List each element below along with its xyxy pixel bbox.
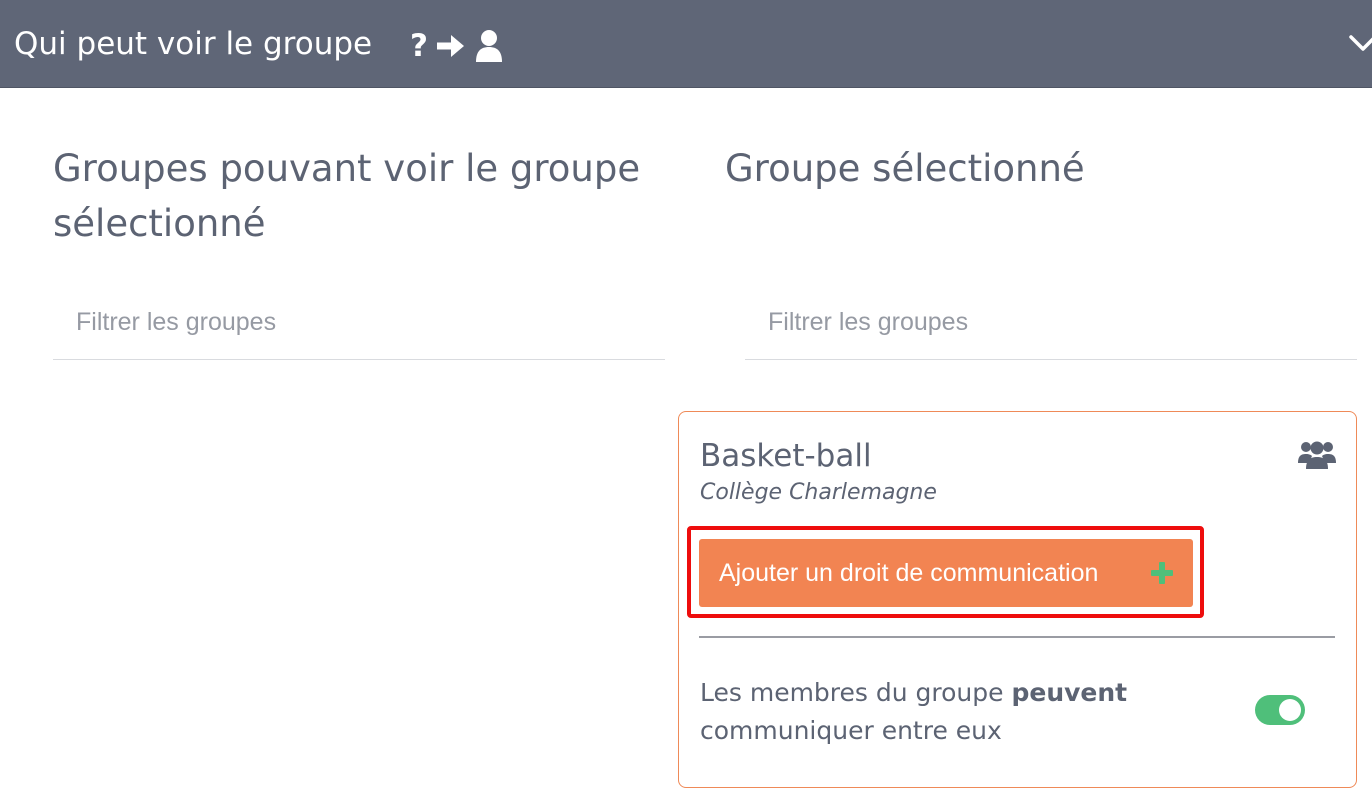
communication-text-bold: peuvent	[1011, 678, 1128, 707]
user-icon	[475, 30, 502, 62]
add-button-label: Ajouter un droit de communication	[719, 559, 1099, 587]
group-name: Basket-ball	[700, 438, 872, 474]
communication-text-before: Les membres du groupe	[700, 678, 1012, 707]
arrow-right-icon	[436, 35, 464, 57]
communication-text-after: communiquer entre eux	[700, 716, 1002, 745]
section-header[interactable]: Qui peut voir le groupe ?	[0, 0, 1372, 88]
right-column-title: Groupe sélectionné	[725, 147, 1085, 190]
left-column-title: Groupes pouvant voir le groupe sélection…	[53, 147, 641, 245]
section-title: Qui peut voir le groupe	[14, 26, 373, 62]
left-filter-input[interactable]	[53, 286, 665, 360]
add-communication-right-button[interactable]: Ajouter un droit de communication	[699, 539, 1193, 607]
communication-description: Les membres du groupe peuvent communique…	[700, 674, 1200, 750]
communication-toggle[interactable]	[1255, 695, 1305, 725]
header-icons: ?	[410, 26, 504, 66]
chevron-down-icon[interactable]	[1348, 30, 1372, 56]
group-card: Basket-ball Collège Charlemagne Ajouter …	[678, 411, 1357, 788]
users-group-icon	[1298, 441, 1336, 469]
toggle-knob	[1279, 699, 1301, 721]
plus-icon	[1151, 562, 1173, 584]
divider	[699, 636, 1335, 638]
right-filter-input[interactable]	[745, 286, 1357, 360]
group-school: Collège Charlemagne	[700, 480, 937, 505]
help-mark: ?	[410, 28, 428, 64]
